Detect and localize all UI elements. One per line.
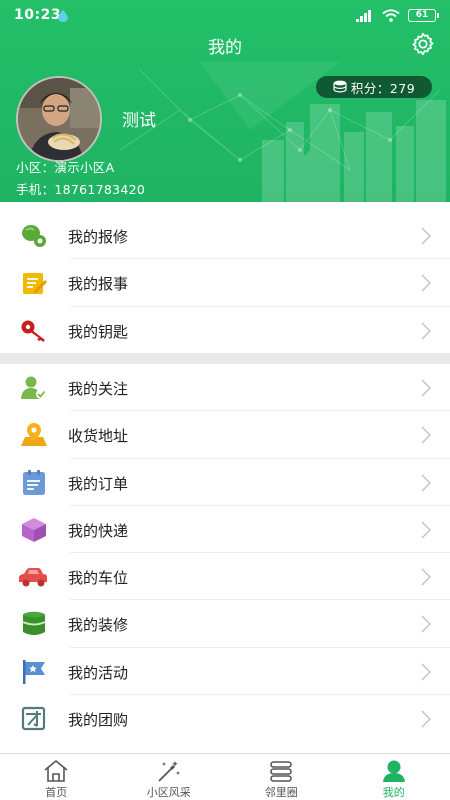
chevron-right-icon	[421, 227, 431, 245]
group-buy-icon	[21, 706, 46, 731]
notification-drop-icon	[58, 10, 68, 22]
profile-header: 10:23 61 我的 积分：279 测试 小区：演示小区A 手机：187617…	[0, 0, 450, 202]
profile-icon	[382, 760, 405, 782]
section-divider	[0, 353, 450, 364]
menu-item-report[interactable]: 我的报事	[0, 259, 450, 307]
menu-label: 我的订单	[68, 474, 129, 493]
bottom-tab-bar: 首页 小区风采 邻里圈 我的	[0, 753, 450, 800]
tab-label: 我的	[382, 786, 405, 799]
renovation-bucket-icon	[22, 612, 46, 636]
title-bar: 我的	[0, 30, 450, 62]
menu-label: 我的钥匙	[68, 322, 129, 341]
menu-top-spacer	[0, 202, 450, 212]
menu-label: 我的快递	[68, 521, 129, 540]
menu-label: 我的活动	[68, 663, 129, 682]
chevron-right-icon	[421, 379, 431, 397]
menu-label: 我的报事	[68, 275, 129, 294]
tab-neighborhood[interactable]: 邻里圈	[225, 754, 338, 800]
menu-item-keys[interactable]: 我的钥匙	[0, 307, 450, 354]
avatar[interactable]	[16, 76, 102, 162]
chevron-right-icon	[421, 322, 431, 340]
menu-item-follows[interactable]: 我的关注	[0, 364, 450, 412]
home-icon	[44, 760, 68, 782]
parcel-box-icon	[22, 517, 46, 542]
tab-label: 邻里圈	[264, 786, 298, 799]
chevron-right-icon	[421, 274, 431, 292]
points-badge[interactable]: 积分：279	[316, 76, 432, 98]
chevron-right-icon	[421, 474, 431, 492]
chevron-right-icon	[421, 615, 431, 634]
community-info: 小区：演示小区A	[16, 160, 115, 175]
menu-item-address[interactable]: 收货地址	[0, 411, 450, 459]
status-time: 10:23	[14, 7, 62, 23]
tab-label: 首页	[45, 786, 68, 799]
status-icons: 61	[356, 9, 439, 22]
menu-group-personal: 我的关注 收货地址 我的订单 我的快递 我的车位 我的装修 我的活动 我的团购	[0, 364, 450, 743]
key-icon	[21, 320, 45, 342]
menu-label: 我的报修	[68, 228, 129, 246]
menu-item-renovation[interactable]: 我的装修	[0, 600, 450, 648]
battery-icon: 61	[408, 9, 439, 22]
status-bar: 10:23 61	[0, 0, 450, 30]
chevron-right-icon	[421, 710, 431, 728]
menu-label: 我的装修	[68, 616, 129, 635]
menu-label: 我的团购	[68, 711, 129, 730]
menu-item-orders[interactable]: 我的订单	[0, 459, 450, 506]
phone-info: 手机：18761783420	[16, 182, 146, 197]
chevron-right-icon	[421, 521, 431, 539]
settings-gear-icon[interactable]	[410, 31, 436, 57]
chevron-right-icon	[421, 426, 431, 444]
menu-item-parking[interactable]: 我的车位	[0, 553, 450, 601]
points-label: 积分：279	[350, 80, 416, 96]
username: 测试	[122, 111, 156, 131]
order-list-icon	[23, 469, 45, 495]
menu-group-services: 我的报修 我的报事 我的钥匙	[0, 212, 450, 354]
chevron-right-icon	[421, 663, 431, 681]
menu-label: 我的车位	[68, 569, 129, 588]
repair-wrench-icon	[22, 225, 46, 247]
menu-label: 收货地址	[68, 427, 129, 446]
signal-icon	[356, 9, 371, 22]
neighborhood-icon	[270, 761, 293, 782]
menu-item-repair[interactable]: 我的报修	[0, 212, 450, 260]
follow-user-icon	[21, 376, 46, 399]
tab-label: 小区风采	[146, 786, 191, 799]
wifi-icon	[382, 9, 400, 22]
menu-item-express[interactable]: 我的快递	[0, 506, 450, 554]
report-notepad-icon	[23, 273, 47, 295]
car-icon	[19, 568, 47, 587]
tab-home[interactable]: 首页	[0, 754, 113, 800]
activity-flag-icon	[23, 659, 45, 684]
magic-wand-icon	[158, 761, 180, 782]
page-title: 我的	[208, 38, 242, 58]
chevron-right-icon	[421, 568, 431, 586]
tab-mine[interactable]: 我的	[338, 754, 450, 800]
menu-item-activities[interactable]: 我的活动	[0, 648, 450, 696]
coins-stack-icon	[333, 80, 347, 93]
avatar-photo	[18, 78, 100, 160]
address-pin-icon	[21, 423, 47, 447]
menu-label: 我的关注	[68, 380, 129, 398]
tab-community-showcase[interactable]: 小区风采	[113, 754, 226, 800]
menu-item-group-buy[interactable]: 我的团购	[0, 695, 450, 742]
